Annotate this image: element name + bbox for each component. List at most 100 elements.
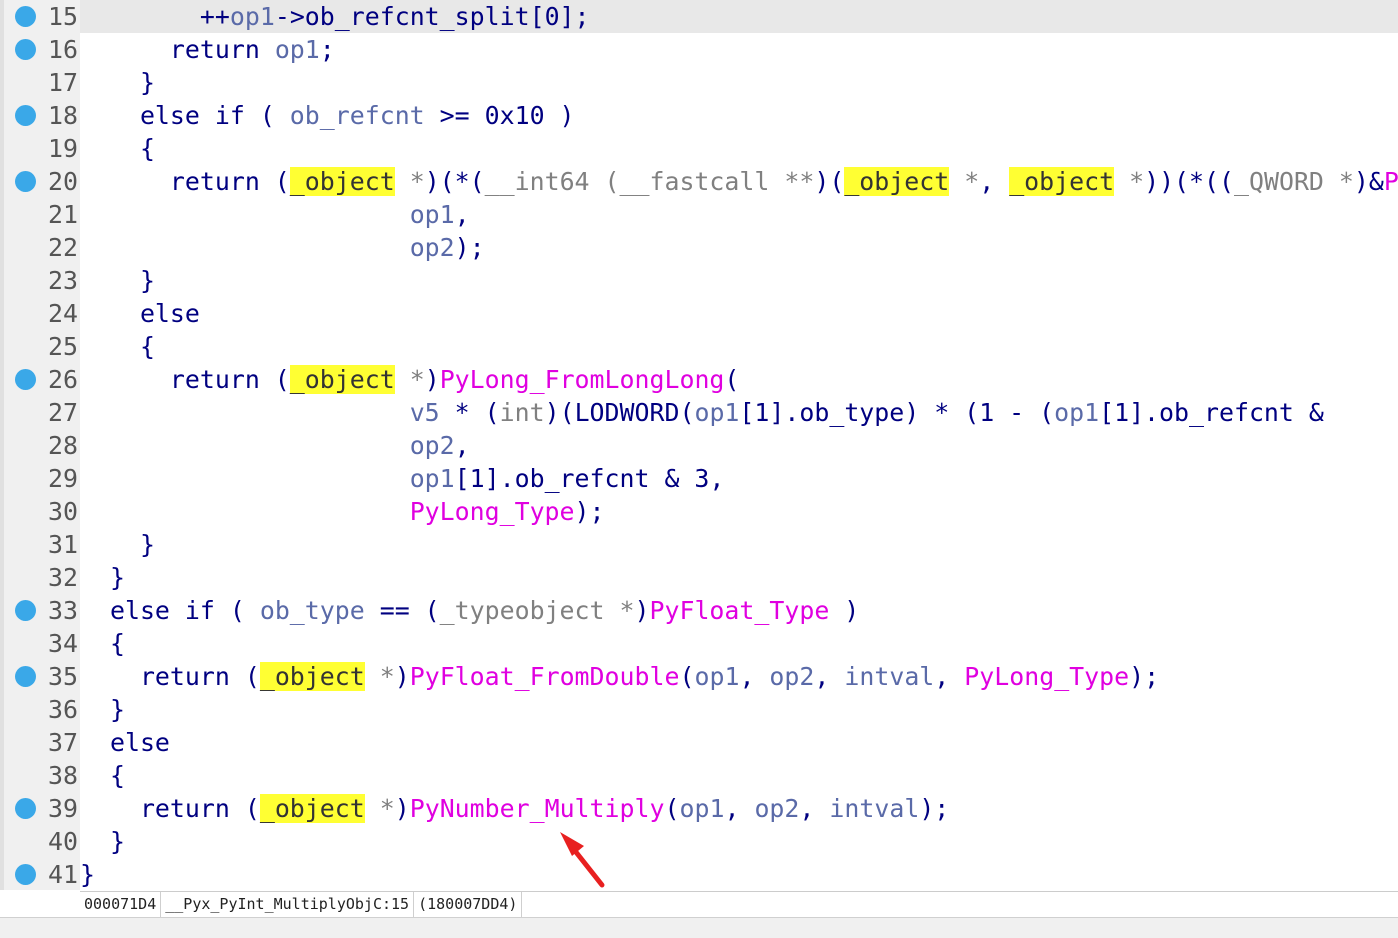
type-token[interactable]: * bbox=[365, 794, 395, 823]
code-line[interactable]: } bbox=[80, 264, 1398, 297]
line-number-row[interactable]: 37 bbox=[4, 726, 84, 759]
highlighted-token[interactable]: _object bbox=[259, 662, 365, 691]
type-token[interactable]: * bbox=[949, 167, 979, 196]
type-token[interactable]: int bbox=[500, 398, 545, 427]
pseudocode-view[interactable]: ++op1->ob_refcnt_split[0]; return op1; }… bbox=[80, 0, 1398, 890]
variable-token[interactable]: op1 bbox=[230, 2, 275, 31]
line-number-row[interactable]: 40 bbox=[4, 825, 84, 858]
line-number-row[interactable]: 26 bbox=[4, 363, 84, 396]
function-token[interactable]: PyLong_FromLongLong bbox=[440, 365, 725, 394]
variable-token[interactable]: op1 bbox=[1054, 398, 1099, 427]
function-token[interactable]: PyNumber_Multiply bbox=[410, 794, 665, 823]
breakpoint-dot-icon[interactable] bbox=[15, 666, 36, 687]
type-token[interactable]: __int64 (__fastcall ** bbox=[485, 167, 815, 196]
variable-token[interactable]: op1 bbox=[679, 794, 724, 823]
code-line[interactable]: ++op1->ob_refcnt_split[0]; bbox=[80, 0, 1398, 33]
line-number-row[interactable]: 25 bbox=[4, 330, 84, 363]
line-number-row[interactable]: 22 bbox=[4, 231, 84, 264]
code-line[interactable]: else bbox=[80, 726, 1398, 759]
code-line[interactable]: { bbox=[80, 627, 1398, 660]
variable-token[interactable]: ob_type bbox=[260, 596, 365, 625]
code-line[interactable]: else if ( ob_refcnt >= 0x10 ) bbox=[80, 99, 1398, 132]
type-token[interactable]: * bbox=[395, 167, 425, 196]
code-line[interactable]: PyLong_Type); bbox=[80, 495, 1398, 528]
code-line[interactable]: { bbox=[80, 330, 1398, 363]
code-line[interactable]: } bbox=[80, 66, 1398, 99]
line-number-row[interactable]: 20 bbox=[4, 165, 84, 198]
line-number-row[interactable]: 27 bbox=[4, 396, 84, 429]
breakpoint-dot-icon[interactable] bbox=[15, 798, 36, 819]
line-number-row[interactable]: 17 bbox=[4, 66, 84, 99]
function-token[interactable]: PyFloat_FromDouble bbox=[410, 662, 680, 691]
line-number-row[interactable]: 38 bbox=[4, 759, 84, 792]
line-number-row[interactable]: 34 bbox=[4, 627, 84, 660]
type-token[interactable]: * bbox=[365, 662, 395, 691]
highlighted-token[interactable]: _object bbox=[259, 794, 365, 823]
highlighted-token[interactable]: _object bbox=[289, 167, 395, 196]
line-number-row[interactable]: 15 bbox=[4, 0, 84, 33]
type-token[interactable]: _typeobject * bbox=[440, 596, 635, 625]
code-line[interactable]: op2, bbox=[80, 429, 1398, 462]
variable-token[interactable]: intval bbox=[829, 794, 919, 823]
code-line[interactable]: v5 * (int)(LODWORD(op1[1].ob_type) * (1 … bbox=[80, 396, 1398, 429]
code-line[interactable]: op1[1].ob_refcnt & 3, bbox=[80, 462, 1398, 495]
highlighted-token[interactable]: _object bbox=[289, 365, 395, 394]
code-line[interactable]: } bbox=[80, 693, 1398, 726]
variable-token[interactable]: op2 bbox=[410, 431, 455, 460]
variable-token[interactable]: op2 bbox=[754, 794, 799, 823]
breakpoint-dot-icon[interactable] bbox=[15, 171, 36, 192]
code-line[interactable]: return (_object *)(*(__int64 (__fastcall… bbox=[80, 165, 1398, 198]
variable-token[interactable]: op1 bbox=[694, 662, 739, 691]
function-token[interactable]: PyLong_Type bbox=[964, 662, 1129, 691]
variable-token[interactable]: op1 bbox=[410, 200, 455, 229]
type-token[interactable]: * bbox=[395, 365, 425, 394]
line-number-row[interactable]: 16 bbox=[4, 33, 84, 66]
breakpoint-dot-icon[interactable] bbox=[15, 6, 36, 27]
highlighted-token[interactable]: _object bbox=[844, 167, 950, 196]
code-line[interactable]: } bbox=[80, 528, 1398, 561]
code-line[interactable]: return (_object *)PyFloat_FromDouble(op1… bbox=[80, 660, 1398, 693]
variable-token[interactable]: v5 bbox=[410, 398, 440, 427]
variable-token[interactable]: op1 bbox=[410, 464, 455, 493]
line-number-row[interactable]: 35 bbox=[4, 660, 84, 693]
line-number-row[interactable]: 33 bbox=[4, 594, 84, 627]
code-line[interactable]: return (_object *)PyLong_FromLongLong( bbox=[80, 363, 1398, 396]
type-token[interactable]: _QWORD * bbox=[1234, 167, 1354, 196]
line-number-gutter[interactable]: 15 16 17 18 19 20 21 22 23 24 25 26 27 28 29 30 31 32 33 34… bbox=[0, 0, 80, 890]
code-line[interactable]: op2); bbox=[80, 231, 1398, 264]
code-line[interactable]: else bbox=[80, 297, 1398, 330]
breakpoint-dot-icon[interactable] bbox=[15, 105, 36, 126]
breakpoint-dot-icon[interactable] bbox=[15, 39, 36, 60]
code-line[interactable]: } bbox=[80, 858, 1398, 890]
line-number-row[interactable]: 29 bbox=[4, 462, 84, 495]
code-line[interactable]: return (_object *)PyNumber_Multiply(op1,… bbox=[80, 792, 1398, 825]
line-number-row[interactable]: 31 bbox=[4, 528, 84, 561]
line-number-row[interactable]: 24 bbox=[4, 297, 84, 330]
line-number-row[interactable]: 36 bbox=[4, 693, 84, 726]
function-token[interactable]: PyFloat_Type bbox=[649, 596, 829, 625]
breakpoint-dot-icon[interactable] bbox=[15, 864, 36, 885]
code-line[interactable]: else if ( ob_type == (_typeobject *)PyFl… bbox=[80, 594, 1398, 627]
line-number-row[interactable]: 18 bbox=[4, 99, 84, 132]
code-line[interactable]: { bbox=[80, 132, 1398, 165]
code-line[interactable]: } bbox=[80, 825, 1398, 858]
function-token[interactable]: P bbox=[1384, 167, 1398, 196]
variable-token[interactable]: intval bbox=[844, 662, 934, 691]
function-token[interactable]: PyLong_Type bbox=[410, 497, 575, 526]
variable-token[interactable]: op2 bbox=[769, 662, 814, 691]
line-number-row[interactable]: 32 bbox=[4, 561, 84, 594]
breakpoint-dot-icon[interactable] bbox=[15, 369, 36, 390]
line-number-row[interactable]: 39 bbox=[4, 792, 84, 825]
line-number-row[interactable]: 23 bbox=[4, 264, 84, 297]
line-number-row[interactable]: 30 bbox=[4, 495, 84, 528]
variable-token[interactable]: op2 bbox=[410, 233, 455, 262]
variable-token[interactable]: op1 bbox=[694, 398, 739, 427]
breakpoint-dot-icon[interactable] bbox=[15, 600, 36, 621]
line-number-row[interactable]: 28 bbox=[4, 429, 84, 462]
line-number-row[interactable]: 41 bbox=[4, 858, 84, 891]
line-number-row[interactable]: 21 bbox=[4, 198, 84, 231]
variable-token[interactable]: op1 bbox=[275, 35, 320, 64]
code-line[interactable]: return op1; bbox=[80, 33, 1398, 66]
code-line[interactable]: op1, bbox=[80, 198, 1398, 231]
line-number-row[interactable]: 19 bbox=[4, 132, 84, 165]
